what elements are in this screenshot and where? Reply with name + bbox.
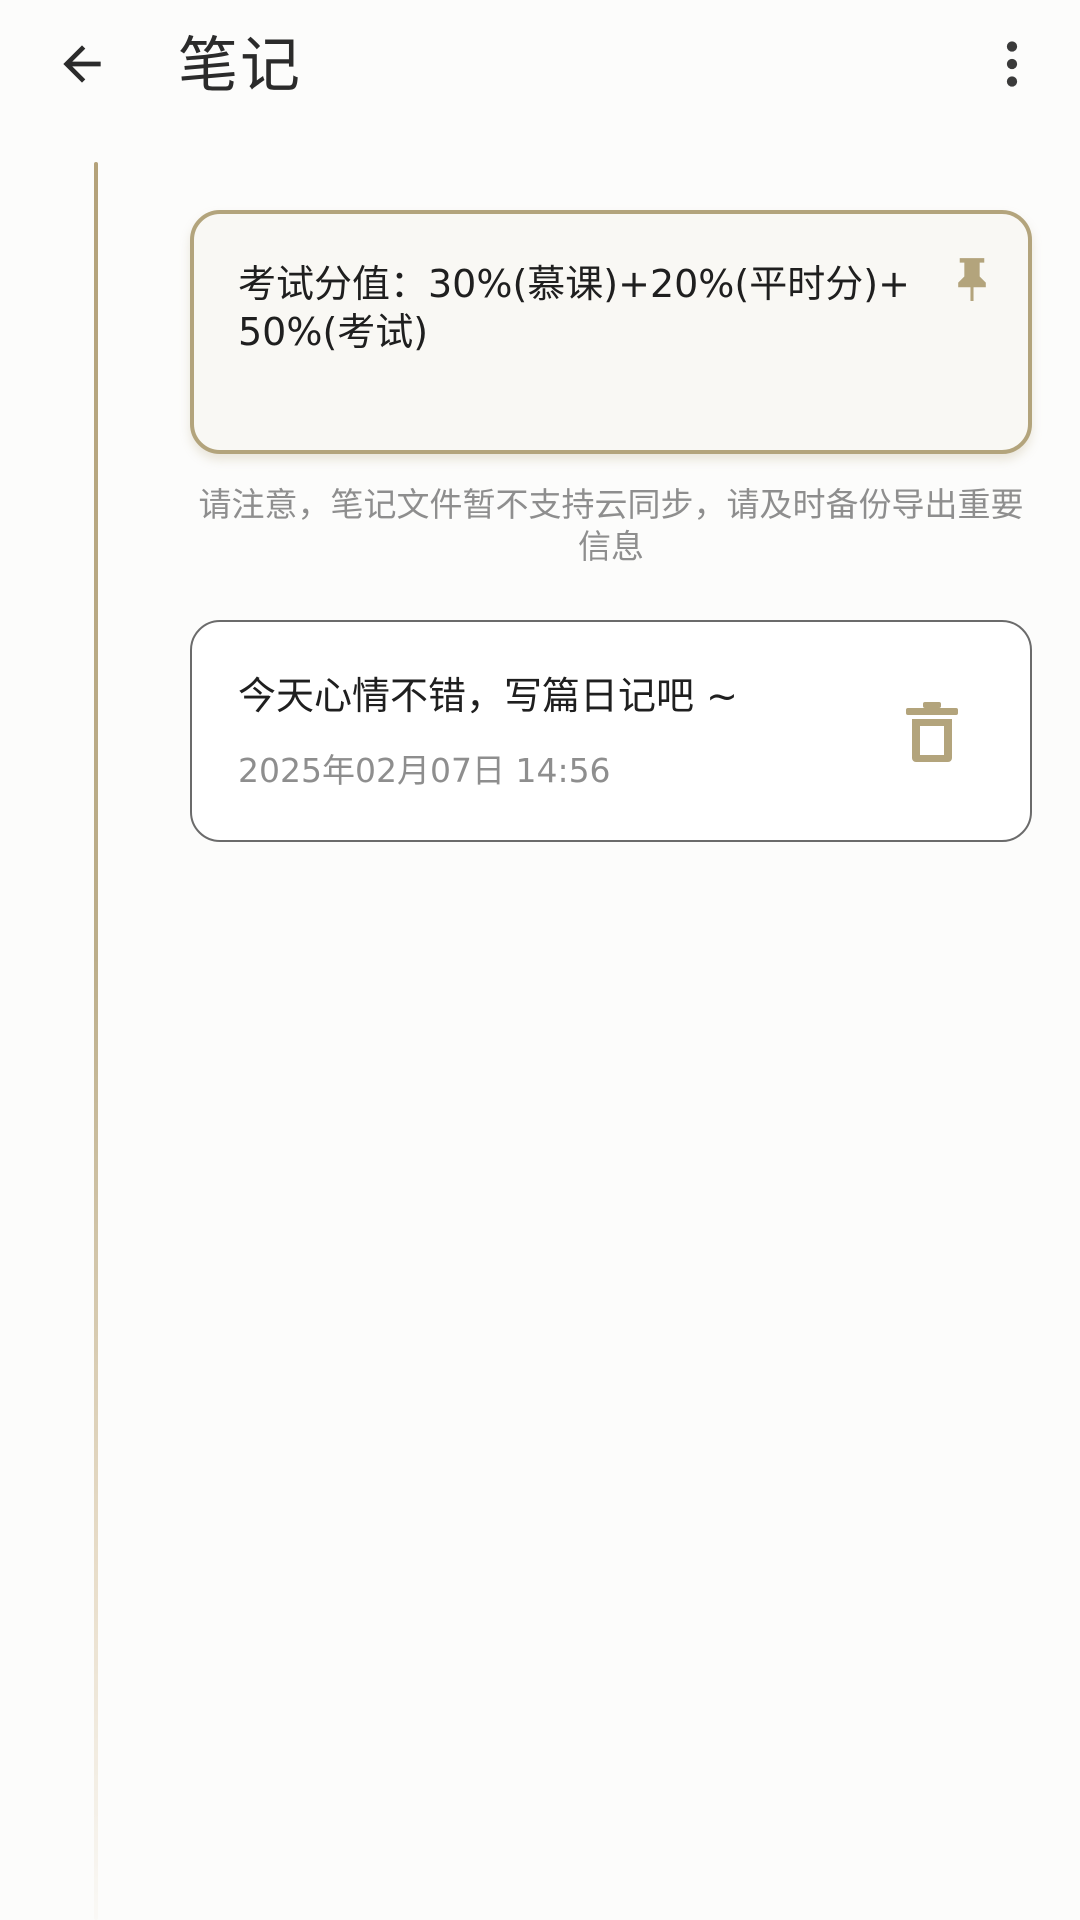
pinned-note-text: 考试分值：30%(慕课)+20%(平时分)+50%(考试) <box>238 262 910 354</box>
pinned-note-card[interactable]: 考试分值：30%(慕课)+20%(平时分)+50%(考试) <box>190 210 1032 454</box>
sync-notice: 请注意，笔记文件暂不支持云同步，请及时备份导出重要信息 <box>198 485 1024 566</box>
timeline-line <box>94 162 98 1920</box>
delete-note-button[interactable] <box>892 692 972 772</box>
page-title: 笔记 <box>178 31 302 101</box>
notes-screen: 笔记 考试分值：30%(慕课)+20%(平时分)+50%(考试) 请注意，笔记文… <box>0 0 1080 1920</box>
more-vertical-icon <box>984 36 1040 92</box>
note-list-item[interactable]: 今天心情不错，写篇日记吧 ~ 2025年02月07日 14:56 <box>190 620 1032 842</box>
more-options-button[interactable] <box>970 22 1054 106</box>
pin-icon[interactable] <box>944 250 1000 306</box>
top-app-bar: 笔记 <box>0 0 1080 140</box>
note-title: 今天心情不错，写篇日记吧 ~ <box>238 674 738 718</box>
arrow-left-icon <box>54 36 110 92</box>
note-timestamp: 2025年02月07日 14:56 <box>238 751 611 790</box>
trash-icon <box>905 701 959 763</box>
back-button[interactable] <box>40 22 124 106</box>
